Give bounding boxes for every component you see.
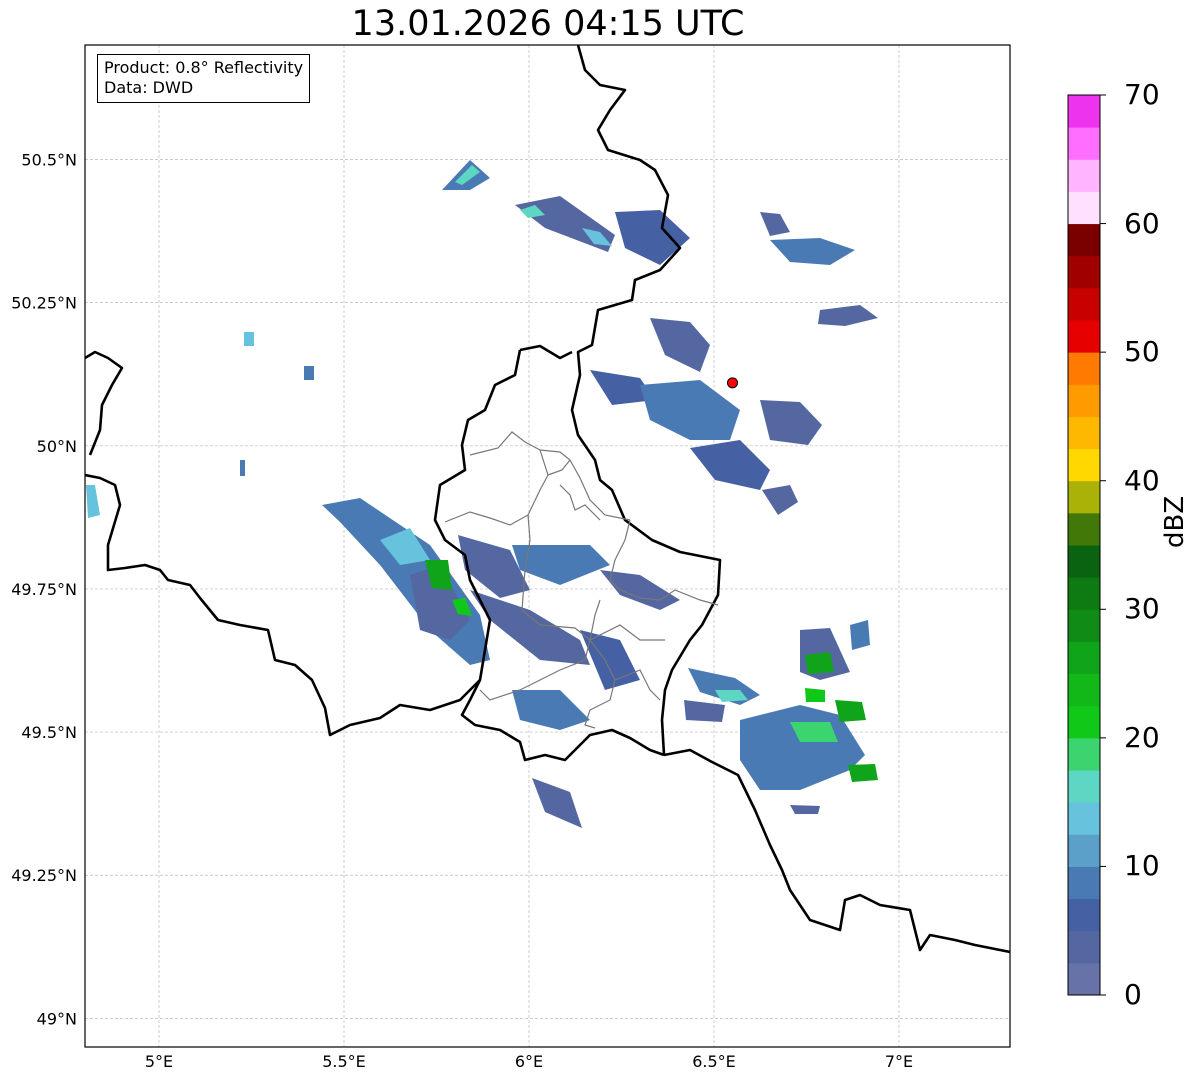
colorbar-step bbox=[1068, 255, 1100, 289]
colorbar-step bbox=[1068, 866, 1100, 900]
colorbar-step bbox=[1068, 127, 1100, 160]
colorbar-tick-label: 60 bbox=[1124, 206, 1160, 240]
colorbar-tick-label: 40 bbox=[1124, 463, 1160, 497]
lat-tick-label: 49.25°N bbox=[11, 866, 77, 885]
echo bbox=[244, 332, 254, 346]
colorbar-step bbox=[1068, 802, 1100, 835]
radar-site-marker bbox=[727, 377, 738, 389]
colorbar-step bbox=[1068, 223, 1100, 257]
colorbar-step bbox=[1068, 384, 1100, 417]
data-source-label: Data: DWD bbox=[104, 78, 194, 97]
colorbar-step bbox=[1068, 962, 1100, 996]
echo bbox=[850, 620, 870, 650]
lat-tick-label: 50°N bbox=[37, 437, 77, 456]
colorbar-step bbox=[1068, 545, 1100, 578]
lon-tick-label: 7°E bbox=[885, 1052, 913, 1071]
colorbar-step bbox=[1068, 737, 1100, 771]
colorbar-step bbox=[1068, 191, 1100, 225]
lat-tick-label: 49.5°N bbox=[21, 723, 77, 742]
colorbar-step bbox=[1068, 673, 1100, 707]
echo bbox=[848, 764, 878, 782]
colorbar-step bbox=[1068, 320, 1100, 353]
lon-axis: 5°E 5.5°E 6°E 6.5°E 7°E bbox=[145, 1052, 913, 1071]
colorbar-step bbox=[1068, 512, 1100, 546]
echo bbox=[805, 652, 834, 674]
colorbar-step bbox=[1068, 609, 1100, 642]
lon-tick-label: 6°E bbox=[515, 1052, 543, 1071]
lat-tick-label: 49°N bbox=[37, 1009, 77, 1028]
colorbar-step bbox=[1068, 159, 1100, 192]
colorbar-tick-label: 10 bbox=[1124, 849, 1160, 883]
colorbar-tick-label: 30 bbox=[1124, 592, 1160, 626]
echo bbox=[304, 366, 314, 380]
product-label: Product: 0.8° Reflectivity bbox=[104, 58, 304, 77]
colorbar-step bbox=[1068, 448, 1100, 482]
colorbar-tick-label: 50 bbox=[1124, 335, 1160, 369]
lat-tick-label: 50.25°N bbox=[11, 294, 77, 313]
colorbar-step bbox=[1068, 641, 1100, 675]
lon-tick-label: 5.5°E bbox=[322, 1052, 366, 1071]
radar-map: 5°E 5.5°E 6°E 6.5°E 7°E 50.5°N 50.25°N 50°N 49.… bbox=[11, 44, 1106, 1071]
colorbar-label: dBZ bbox=[1160, 495, 1190, 548]
colorbar-step bbox=[1068, 95, 1100, 128]
echo bbox=[790, 805, 820, 814]
lat-tick-label: 49.75°N bbox=[11, 580, 77, 599]
colorbar-step bbox=[1068, 770, 1100, 803]
colorbar-step bbox=[1068, 416, 1100, 450]
lat-tick-label: 50.5°N bbox=[21, 151, 77, 170]
colorbar-step bbox=[1068, 352, 1100, 385]
colorbar bbox=[1067, 94, 1106, 996]
colorbar-step bbox=[1068, 834, 1100, 867]
lon-tick-label: 6.5°E bbox=[692, 1052, 736, 1071]
echo bbox=[240, 460, 245, 476]
lat-axis: 50.5°N 50.25°N 50°N 49.75°N 49.5°N 49.25°N 49°… bbox=[11, 151, 77, 1029]
colorbar-step bbox=[1068, 577, 1100, 610]
colorbar-tick-label: 0 bbox=[1124, 978, 1142, 1011]
colorbar-step bbox=[1068, 930, 1100, 964]
echo bbox=[805, 688, 825, 702]
colorbar-step bbox=[1068, 287, 1100, 321]
colorbar-step bbox=[1068, 705, 1100, 739]
colorbar-tick-label: 20 bbox=[1124, 720, 1160, 754]
info-box: Product: 0.8° Reflectivity Data: DWD bbox=[97, 54, 311, 103]
colorbar-step bbox=[1068, 480, 1100, 514]
lon-tick-label: 5°E bbox=[145, 1052, 173, 1071]
colorbar-tick-label: 70 bbox=[1124, 78, 1160, 111]
colorbar-step bbox=[1068, 898, 1100, 932]
echo bbox=[835, 700, 866, 722]
